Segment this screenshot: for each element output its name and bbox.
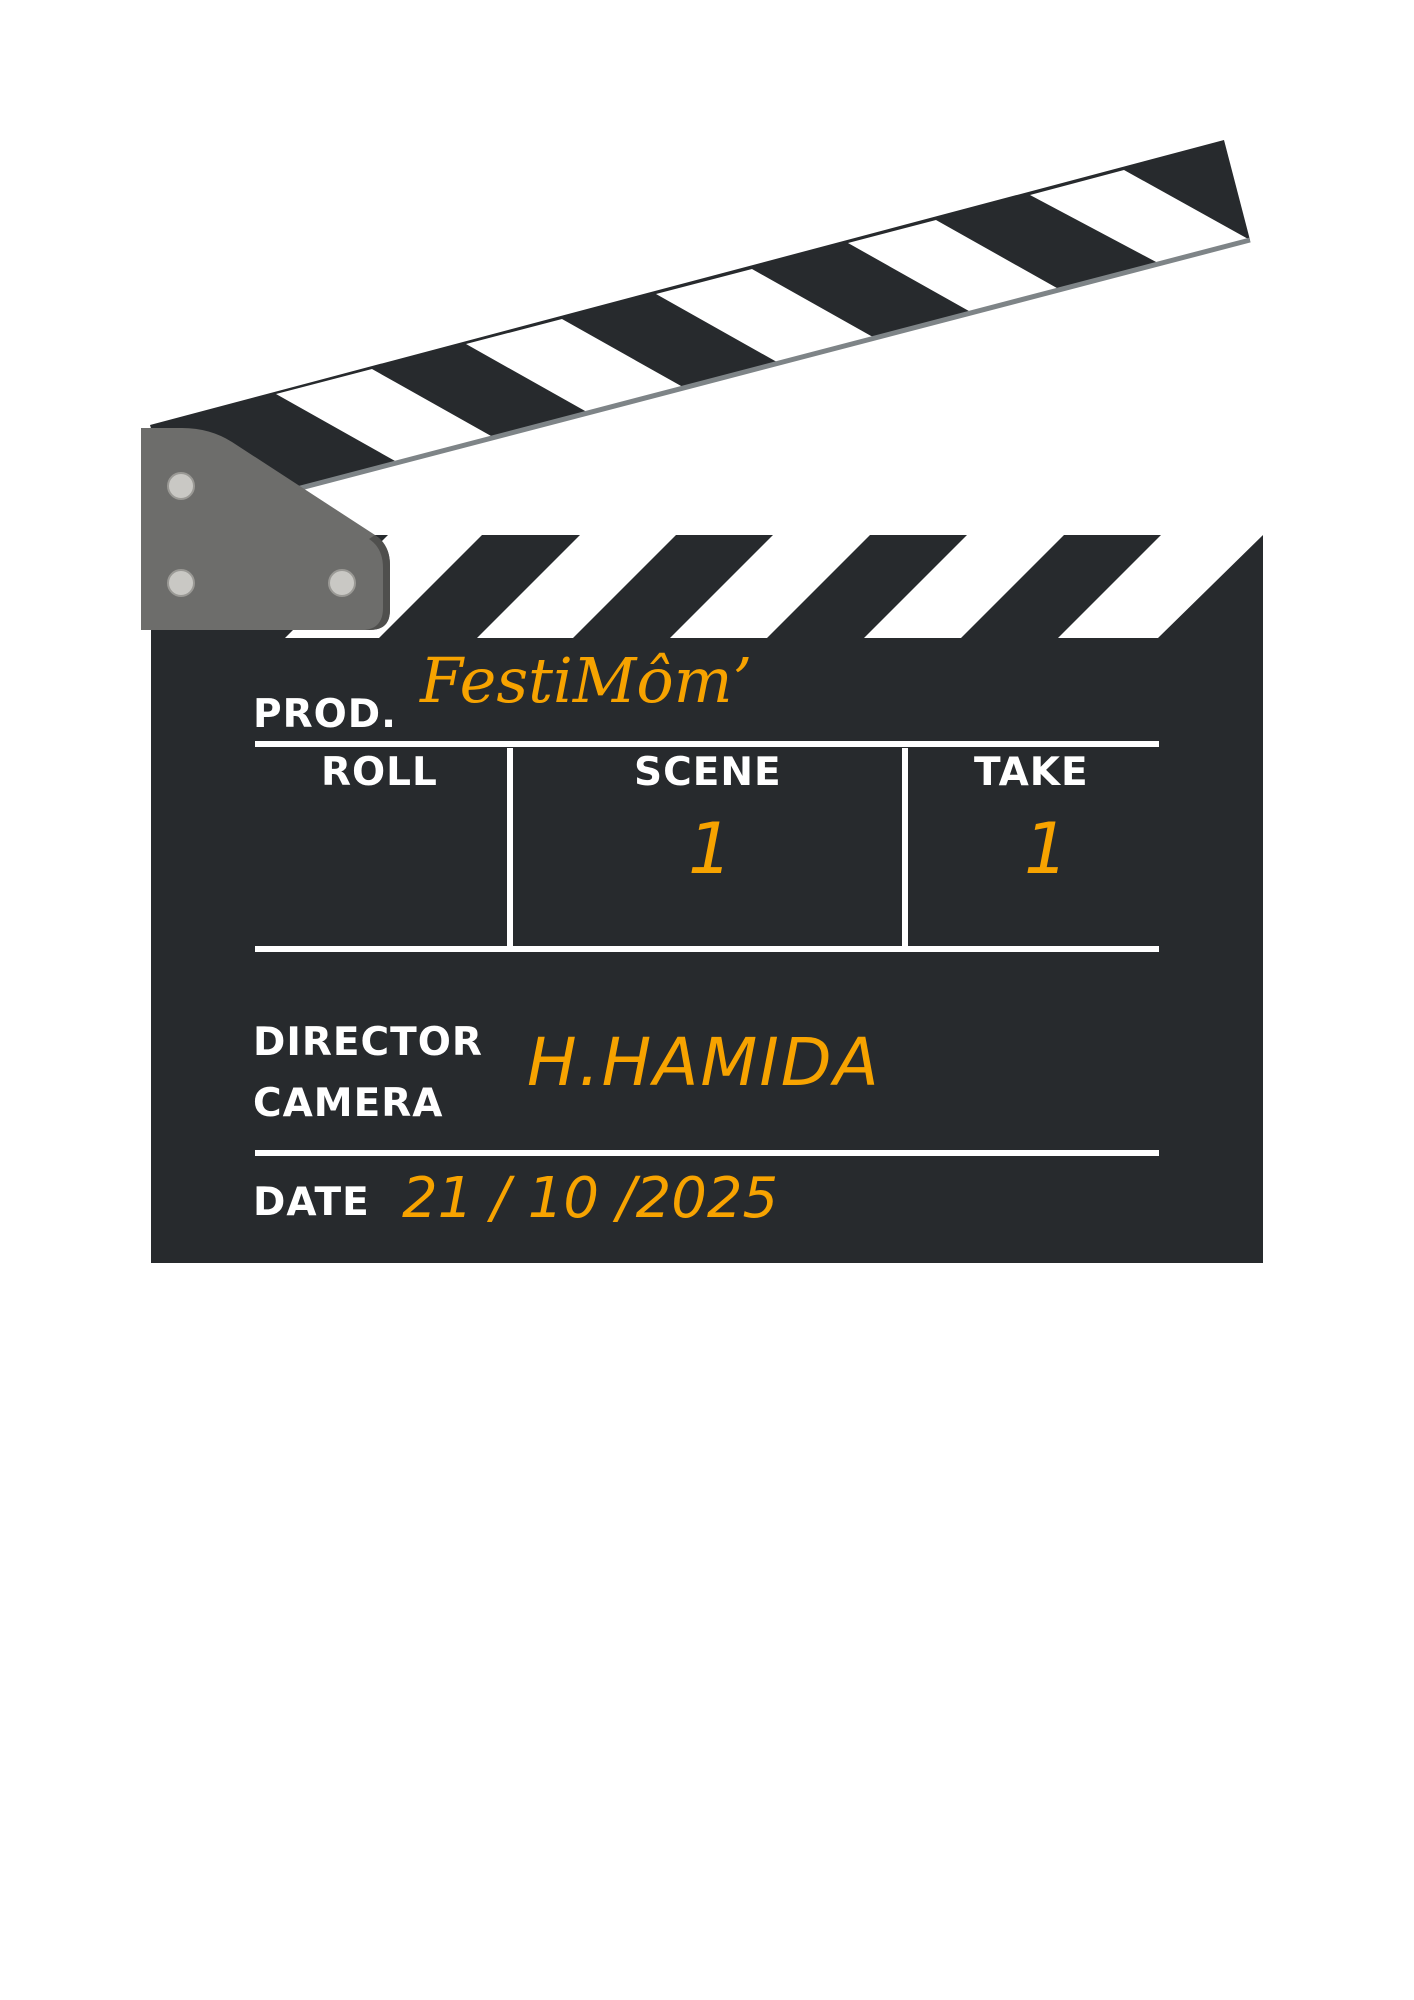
take-label: TAKE bbox=[974, 750, 1089, 795]
take-value: 1 bbox=[1024, 808, 1069, 890]
prod-label: PROD. bbox=[253, 692, 397, 737]
date-value: 21 / 10 /2025 bbox=[402, 1166, 779, 1231]
roll-label: ROLL bbox=[321, 750, 438, 795]
director-label: DIRECTOR bbox=[253, 1020, 483, 1065]
clapperboard: PROD. FestiMôm’ ROLL SCENE TAKE 1 1 DIRE… bbox=[0, 0, 1414, 2000]
date-label: DATE bbox=[253, 1180, 370, 1225]
clapperboard-graphic bbox=[141, 140, 1263, 1263]
screw-icon bbox=[167, 472, 195, 500]
scene-value: 1 bbox=[688, 808, 733, 890]
scene-label: SCENE bbox=[634, 750, 782, 795]
clapper-arm bbox=[150, 140, 1251, 523]
director-value: H.HAMIDA bbox=[527, 1024, 881, 1101]
screw-icon bbox=[167, 569, 195, 597]
screw-icon bbox=[328, 569, 356, 597]
prod-value: FestiMôm’ bbox=[420, 644, 753, 717]
camera-label: CAMERA bbox=[253, 1081, 444, 1126]
